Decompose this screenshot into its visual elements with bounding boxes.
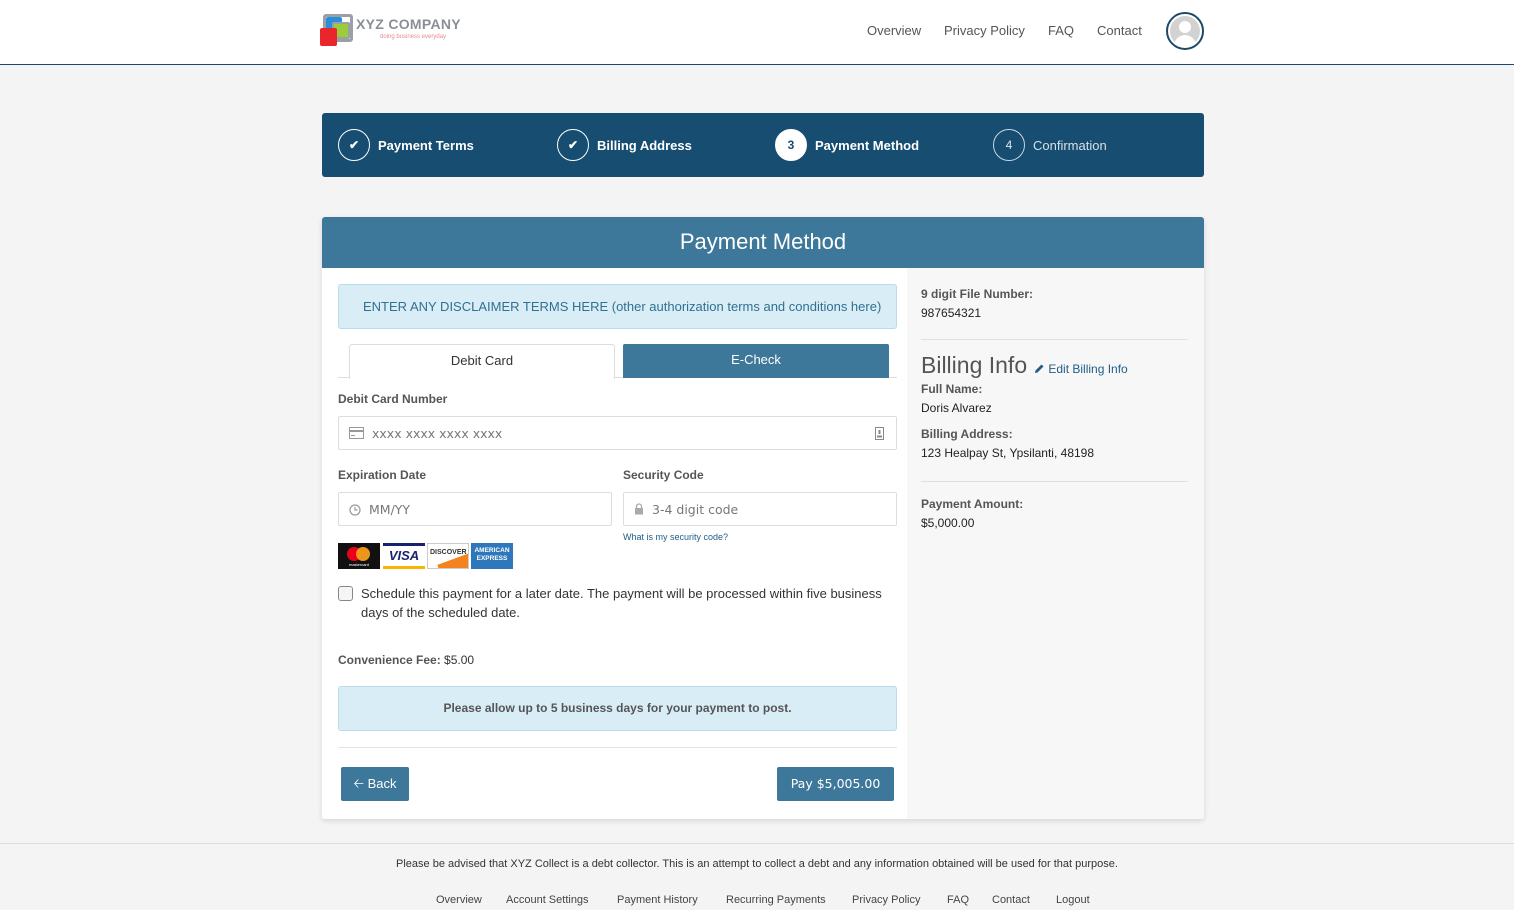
step-label: Payment Terms bbox=[378, 137, 474, 153]
user-avatar-button[interactable] bbox=[1166, 12, 1204, 50]
mastercard-icon: mastercard bbox=[338, 543, 380, 569]
discover-icon: DISCOVER bbox=[427, 543, 469, 569]
posting-notice-alert: Please allow up to 5 business days for y… bbox=[338, 686, 897, 731]
edit-billing-info-link[interactable]: Edit Billing Info bbox=[1034, 362, 1128, 376]
pencil-icon bbox=[1035, 364, 1044, 373]
billing-info-title: Billing Info bbox=[921, 352, 1028, 378]
step-billing-address: ✔ Billing Address bbox=[557, 129, 692, 161]
file-number-value: 987654321 bbox=[921, 306, 982, 320]
amex-icon: AMERICAN EXPRESS bbox=[471, 543, 513, 569]
billing-address-label: Billing Address: bbox=[921, 427, 1013, 441]
step-label: Confirmation bbox=[1033, 137, 1107, 153]
payment-form: ENTER ANY DISCLAIMER TERMS HERE (other a… bbox=[338, 284, 897, 801]
step-number: 3 bbox=[775, 129, 807, 161]
keypad-icon bbox=[875, 427, 884, 440]
footer-link-overview[interactable]: Overview bbox=[436, 894, 482, 906]
step-label: Billing Address bbox=[597, 137, 692, 153]
footer-link-payment-history[interactable]: Payment History bbox=[617, 894, 698, 906]
card-number-input[interactable]: xxxx xxxx xxxx xxxx bbox=[338, 416, 897, 450]
security-code-placeholder: 3-4 digit code bbox=[652, 502, 739, 517]
checkout-stepper: ✔ Payment Terms ✔ Billing Address 3 Paym… bbox=[322, 113, 1204, 177]
convenience-fee: Convenience Fee: $5.00 bbox=[338, 653, 474, 667]
card-number-label: Debit Card Number bbox=[338, 392, 448, 406]
divider bbox=[338, 747, 897, 748]
nav-overview[interactable]: Overview bbox=[867, 23, 921, 38]
step-number: 4 bbox=[993, 129, 1025, 161]
main-nav: Overview Privacy Policy FAQ Contact bbox=[0, 23, 1514, 39]
payment-type-tabs: Debit Card E-Check bbox=[338, 344, 897, 379]
nav-privacy-policy[interactable]: Privacy Policy bbox=[944, 23, 1025, 38]
security-code-label: Security Code bbox=[623, 468, 704, 482]
back-button-label: Back bbox=[367, 776, 397, 791]
step-payment-method: 3 Payment Method bbox=[775, 129, 919, 161]
edit-billing-info-label: Edit Billing Info bbox=[1048, 362, 1128, 376]
lock-icon bbox=[635, 503, 643, 515]
expiration-placeholder: MM/YY bbox=[369, 502, 411, 517]
footer-link-faq[interactable]: FAQ bbox=[947, 894, 969, 906]
card-title: Payment Method bbox=[322, 217, 1204, 268]
file-number-label: 9 digit File Number: bbox=[921, 287, 1034, 301]
debt-collector-notice: Please be advised that XYZ Collect is a … bbox=[396, 858, 1118, 870]
footer-link-contact[interactable]: Contact bbox=[992, 894, 1030, 906]
payment-amount-label: Payment Amount: bbox=[921, 497, 1024, 511]
expiration-input[interactable]: MM/YY bbox=[338, 492, 612, 526]
credit-card-icon bbox=[349, 427, 364, 439]
full-name-label: Full Name: bbox=[921, 382, 983, 396]
footer-link-account-settings[interactable]: Account Settings bbox=[506, 894, 589, 906]
footer-link-logout[interactable]: Logout bbox=[1056, 894, 1090, 906]
schedule-payment-label: Schedule this payment for a later date. … bbox=[361, 586, 882, 620]
expiration-label: Expiration Date bbox=[338, 468, 427, 482]
full-name-value: Doris Alvarez bbox=[921, 401, 992, 415]
schedule-payment-checkbox[interactable] bbox=[338, 586, 353, 601]
security-code-input[interactable]: 3-4 digit code bbox=[623, 492, 897, 526]
nav-faq[interactable]: FAQ bbox=[1048, 23, 1074, 38]
pay-button[interactable]: Pay $5,005.00 bbox=[777, 767, 894, 801]
nav-contact[interactable]: Contact bbox=[1097, 23, 1142, 38]
payment-amount-value: $5,000.00 bbox=[921, 516, 975, 530]
tab-debit-card[interactable]: Debit Card bbox=[349, 344, 615, 379]
top-navbar: XYZ COMPANY doing business everyday Over… bbox=[0, 0, 1514, 65]
check-icon: ✔ bbox=[338, 129, 370, 161]
clock-icon bbox=[349, 504, 361, 516]
footer-link-privacy-policy[interactable]: Privacy Policy bbox=[852, 894, 920, 906]
arrow-left-icon: 🡠 bbox=[353, 776, 364, 791]
user-avatar-icon bbox=[1170, 16, 1200, 46]
card-number-placeholder: xxxx xxxx xxxx xxxx bbox=[372, 426, 503, 441]
divider bbox=[921, 339, 1188, 340]
back-button[interactable]: 🡠 Back bbox=[341, 767, 409, 801]
step-confirmation: 4 Confirmation bbox=[993, 129, 1107, 161]
tab-e-check[interactable]: E-Check bbox=[623, 344, 889, 378]
payment-summary-panel: 9 digit File Number: 987654321 Billing I… bbox=[907, 268, 1204, 819]
footer-link-recurring-payments[interactable]: Recurring Payments bbox=[726, 894, 826, 906]
security-code-help-link[interactable]: What is my security code? bbox=[623, 532, 728, 542]
divider bbox=[921, 481, 1188, 482]
check-icon: ✔ bbox=[557, 129, 589, 161]
convenience-fee-label: Convenience Fee: bbox=[338, 653, 441, 667]
convenience-fee-value: $5.00 bbox=[444, 653, 475, 667]
visa-icon: VISA bbox=[383, 543, 425, 569]
disclaimer-alert: ENTER ANY DISCLAIMER TERMS HERE (other a… bbox=[338, 284, 897, 329]
step-label: Payment Method bbox=[815, 137, 920, 153]
payment-method-card: Payment Method ENTER ANY DISCLAIMER TERM… bbox=[322, 217, 1204, 819]
step-payment-terms: ✔ Payment Terms bbox=[338, 129, 474, 161]
billing-address-value: 123 Healpay St, Ypsilanti, 48198 bbox=[921, 446, 1095, 460]
footer: Please be advised that XYZ Collect is a … bbox=[0, 843, 1514, 910]
